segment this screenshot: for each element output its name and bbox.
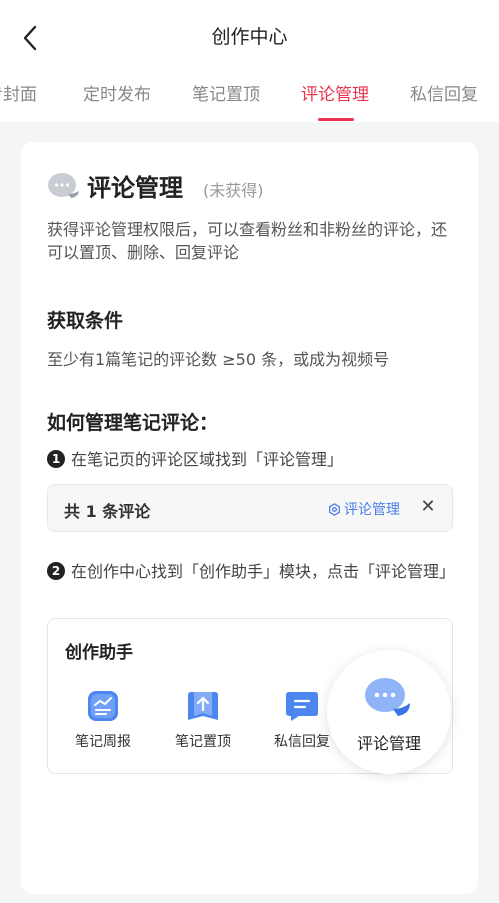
tab-message-reply[interactable]: 私信回复: [410, 80, 478, 105]
page-title: 创作中心: [211, 26, 288, 48]
card-description: 获得评论管理权限后，可以查看粉丝和非粉丝的评论，还可以置顶、删除、回复评论: [47, 220, 448, 262]
comment-bubble-icon: [48, 173, 79, 198]
howto-title: 如何管理笔记评论：: [47, 412, 219, 434]
pin-note-icon: [188, 692, 218, 720]
tab-pin-note[interactable]: 笔记置顶: [192, 80, 260, 105]
comment-manage-link[interactable]: 评论管理: [328, 499, 400, 519]
step-2-number: 2: [47, 562, 65, 580]
step-1-text: 在笔记页的评论区域找到「评论管理」: [71, 450, 344, 469]
active-tab-indicator: [318, 118, 354, 121]
close-icon[interactable]: ✕: [418, 496, 438, 518]
comment-bar-example: 共 1 条评论 评论管理 ✕: [47, 484, 453, 532]
comment-manage-card: 评论管理 (未获得) 获得评论管理权限后，可以查看粉丝和非粉丝的评论，还可以置顶…: [21, 142, 478, 894]
step-1-number: 1: [47, 450, 65, 468]
tab-cover[interactable]: 专封面: [0, 80, 37, 105]
assistant-item-label: 笔记置顶: [175, 734, 231, 750]
comment-manage-highlight-button[interactable]: 评论管理: [327, 650, 451, 774]
assistant-title: 创作助手: [65, 643, 133, 663]
assistant-item-label: 笔记周报: [75, 734, 131, 750]
comment-manage-label: 评论管理: [344, 502, 400, 518]
tab-bar: 专封面 定时发布 笔记置顶 评论管理 私信回复: [0, 76, 499, 122]
comment-manage-highlight-label: 评论管理: [356, 734, 421, 753]
top-bar: 创作中心 专封面 定时发布 笔记置顶 评论管理 私信回复: [0, 0, 499, 122]
tab-scheduled-publish[interactable]: 定时发布: [83, 80, 151, 105]
status-badge: (未获得): [203, 181, 264, 200]
settings-icon: [329, 502, 340, 516]
step-2-text: 在创作中心找到「创作助手」模块，点击「评论管理」: [71, 562, 456, 581]
conditions-title: 获取条件: [47, 310, 124, 332]
step-1: 1 在笔记页的评论区域找到「评论管理」: [47, 448, 457, 471]
card-title: 评论管理: [87, 174, 183, 202]
message-reply-icon: [286, 692, 318, 721]
comment-count: 共 1 条评论: [64, 502, 151, 521]
weekly-report-icon: [88, 691, 118, 721]
tab-comment-manage[interactable]: 评论管理: [301, 80, 369, 105]
assistant-item-weekly-report[interactable]: 笔记周报: [63, 689, 143, 751]
step-2: 2 在创作中心找到「创作助手」模块，点击「评论管理」: [47, 560, 457, 583]
comment-manage-icon: [365, 678, 410, 716]
conditions-text: 至少有1篇笔记的评论数 ≥50 条，或成为视频号: [47, 350, 390, 369]
assistant-item-pin-note[interactable]: 笔记置顶: [163, 689, 243, 751]
